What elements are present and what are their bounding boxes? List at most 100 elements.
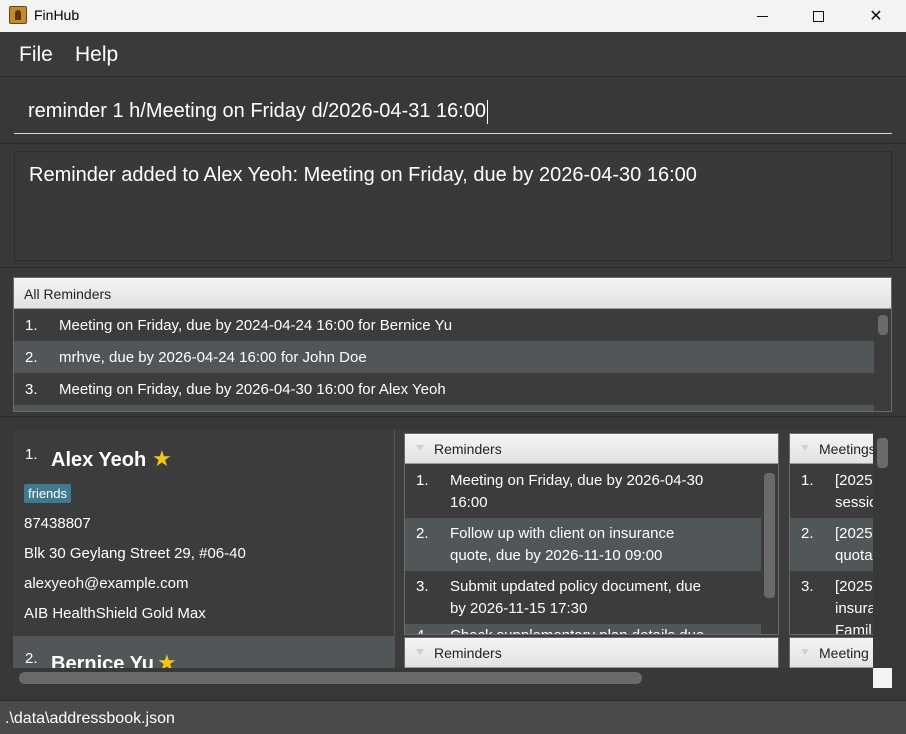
person-index: 2. xyxy=(25,650,38,667)
minimize-button[interactable] xyxy=(734,0,790,32)
reminder-row[interactable]: 3. Meeting on Friday, due by 2026-04-30 … xyxy=(14,373,874,405)
title-bar: FinHub ✕ xyxy=(0,0,906,32)
person-reminders-title: Reminders xyxy=(434,441,502,457)
command-input[interactable]: reminder 1 h/Meeting on Friday d/2026-04… xyxy=(14,90,892,134)
menu-help[interactable]: Help xyxy=(75,43,118,67)
person-meeting-row[interactable]: 1. [2025 sessio xyxy=(790,465,873,518)
window-title: FinHub xyxy=(34,7,80,23)
data-file-path: .\data\addressbook.json xyxy=(5,710,175,727)
reminder-number: 1. xyxy=(25,316,38,334)
reminder-line: Check supplementary plan details due xyxy=(450,625,704,634)
person-meetings-panel: Meetings 1. [2025 sessio 2. [2025 quota … xyxy=(789,433,873,635)
reminder-text: Meeting on Friday, due by 2024-04-24 16:… xyxy=(59,316,453,334)
menu-bar: File Help xyxy=(0,32,906,77)
reminder-text: mrhve, due by 2026-04-24 16:00 for John … xyxy=(59,348,367,366)
reminder-row[interactable]: 2. mrhve, due by 2026-04-24 16:00 for Jo… xyxy=(14,341,874,373)
meeting-line: sessio xyxy=(835,494,873,511)
command-box: reminder 1 h/Meeting on Friday d/2026-04… xyxy=(0,78,906,144)
app-icon xyxy=(9,6,27,24)
person-meetings-title: Meetings xyxy=(819,441,873,457)
person-reminder-row[interactable]: 1. Meeting on Friday, due by 2026-04-30 … xyxy=(405,465,761,518)
person-meeting-row[interactable]: 2. [2025 quota xyxy=(790,518,873,571)
reminder-line: Meeting on Friday, due by 2026-04-30 xyxy=(450,472,704,489)
person-meetings-title: Meeting xyxy=(819,645,869,661)
person-policy: AIB HealthShield Gold Max xyxy=(24,605,206,622)
collapse-triangle-icon xyxy=(416,445,424,451)
scroll-corner xyxy=(873,668,892,688)
person-meetings-header[interactable]: Meeting xyxy=(790,638,873,668)
person-list-vscrollbar[interactable] xyxy=(873,430,892,668)
status-bar: .\data\addressbook.json xyxy=(0,700,906,734)
person-list-hscroll-thumb[interactable] xyxy=(19,672,642,684)
person-list: 1. Alex Yeoh ★ friends 87438807 Blk 30 G… xyxy=(13,430,873,668)
meeting-number: 2. xyxy=(801,525,814,542)
star-icon: ★ xyxy=(152,446,172,471)
meeting-line: Famil xyxy=(835,622,872,635)
meeting-number: 1. xyxy=(801,472,814,489)
person-address: Blk 30 Geylang Street 29, #06-40 xyxy=(24,545,246,562)
star-icon: ★ xyxy=(157,650,177,668)
person-email: alexyeoh@example.com xyxy=(24,575,189,592)
reminder-row[interactable]: 1. Meeting on Friday, due by 2024-04-24 … xyxy=(14,309,874,341)
person-reminders-header[interactable]: Reminders xyxy=(405,638,778,668)
meeting-number: 3. xyxy=(801,578,814,595)
reminder-line: by 2026-11-15 17:30 xyxy=(450,600,588,617)
all-reminders-panel: All Reminders 1. Meeting on Friday, due … xyxy=(13,277,892,412)
person-reminder-row[interactable]: 4. Check supplementary plan details due xyxy=(405,624,761,634)
reminder-number: 1. xyxy=(416,472,429,489)
result-display: Reminder added to Alex Yeoh: Meeting on … xyxy=(14,151,892,261)
close-icon: ✕ xyxy=(869,8,883,25)
command-text: reminder 1 h/Meeting on Friday d/2026-04… xyxy=(28,100,487,122)
person-reminder-row[interactable]: 3. Submit updated policy document, due b… xyxy=(405,571,761,624)
reminder-number: 4. xyxy=(416,625,429,634)
person-name: Bernice Yu xyxy=(51,653,155,668)
person-meetings-header[interactable]: Meetings xyxy=(790,434,873,464)
reminder-number: 3. xyxy=(416,578,429,595)
person-reminders-scrollbar[interactable] xyxy=(761,465,778,634)
maximize-button[interactable] xyxy=(790,0,846,32)
reminder-line: quote, due by 2026-11-10 09:00 xyxy=(450,547,663,564)
reminder-line: 16:00 xyxy=(450,494,488,511)
close-button[interactable]: ✕ xyxy=(848,0,904,32)
meeting-line: [2025 xyxy=(835,578,873,595)
reminder-text: Meeting on Friday, due by 2026-04-30 16:… xyxy=(59,380,446,398)
person-name: Alex Yeoh xyxy=(51,449,147,471)
person-reminders-header[interactable]: Reminders xyxy=(405,434,778,464)
person-reminders-title: Reminders xyxy=(434,645,502,661)
minimize-icon xyxy=(756,15,768,17)
person-card[interactable]: 2. Bernice Yu ★ xyxy=(13,636,394,668)
person-card[interactable]: 1. Alex Yeoh ★ friends 87438807 Blk 30 G… xyxy=(13,430,394,636)
collapse-triangle-icon xyxy=(801,445,809,451)
result-text: Reminder added to Alex Yeoh: Meeting on … xyxy=(29,164,697,186)
reminders-section: All Reminders 1. Meeting on Friday, due … xyxy=(0,267,906,417)
collapse-triangle-icon xyxy=(801,649,809,655)
reminders-scrollbar[interactable] xyxy=(874,309,891,411)
person-meetings-panel: Meeting xyxy=(789,637,873,668)
person-index: 1. xyxy=(25,446,38,463)
meeting-line: quota xyxy=(835,547,873,564)
collapse-triangle-icon xyxy=(416,649,424,655)
meeting-line: [2025 xyxy=(835,525,873,542)
tag-badge: friends xyxy=(24,484,72,503)
text-caret xyxy=(487,99,489,124)
person-reminder-row[interactable]: 2. Follow up with client on insurance qu… xyxy=(405,518,761,571)
person-reminders-panel: Reminders 1. Meeting on Friday, due by 2… xyxy=(404,433,779,635)
meeting-line: [2025 xyxy=(835,472,873,489)
reminder-line: Follow up with client on insurance xyxy=(450,525,675,542)
person-reminders-scroll-thumb[interactable] xyxy=(764,473,775,598)
person-meeting-row[interactable]: 3. [2025 insura Famil xyxy=(790,571,873,635)
person-reminders-panel: Reminders xyxy=(404,637,779,668)
person-list-hscrollbar[interactable] xyxy=(13,668,873,688)
reminder-number: 2. xyxy=(25,348,38,366)
maximize-icon xyxy=(812,10,824,22)
person-list-vscroll-thumb[interactable] xyxy=(877,438,888,468)
reminder-line: Submit updated policy document, due xyxy=(450,578,701,595)
meeting-line: insura xyxy=(835,600,873,617)
person-phone: 87438807 xyxy=(24,515,91,532)
card-divider xyxy=(394,430,395,668)
reminders-scroll-thumb[interactable] xyxy=(878,315,888,335)
reminder-row[interactable] xyxy=(14,405,874,411)
reminder-number: 3. xyxy=(25,380,38,398)
menu-file[interactable]: File xyxy=(19,43,53,67)
all-reminders-header: All Reminders xyxy=(14,278,891,309)
